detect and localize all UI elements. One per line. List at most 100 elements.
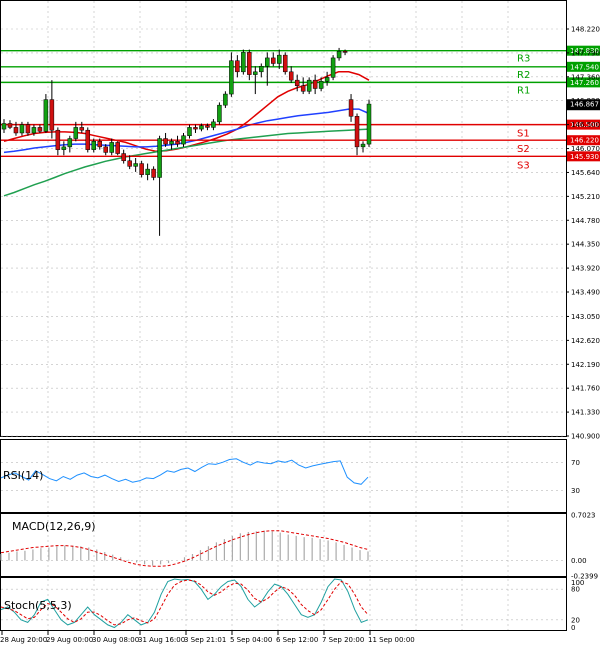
candle-body [288,71,294,81]
candle-body [175,141,180,145]
level-name: S3 [517,160,530,171]
stoch-panel: Stoch(5,5,3) 10080200 [0,577,584,632]
candle-body [25,124,31,134]
candle-body [247,52,252,75]
candle-body [205,125,210,128]
price-tick-label: 140.900 [571,433,600,441]
candle-body [282,54,288,73]
time-tick-label: 31 Aug 16:00 [138,636,185,644]
candle-body [360,143,366,148]
level-name: S2 [517,144,530,155]
candle-body [294,79,300,86]
candle-body [348,99,354,117]
macd-tick-label: 0.7023 [571,512,596,520]
macd-tick-label: 0.00 [571,557,587,565]
candle-body [115,142,120,154]
level-name: R2 [517,70,530,81]
rsi-panel: RSI(14) 70 30 [0,439,580,513]
rsi-axis: 70 30 [571,459,580,495]
candle-body [67,138,73,148]
level-value-label: 147.540 [570,63,599,71]
price-tick-label: 147.360 [571,73,600,81]
candle-body [151,168,156,178]
candle-body [85,129,91,150]
candle-body [37,127,43,132]
candle-body [300,85,306,92]
candle-body [19,124,25,134]
candle-body [169,141,174,145]
candle-body [318,81,324,89]
price-tick-label: 144.350 [571,241,600,249]
candle-body [49,99,55,131]
time-tick-label: 28 Aug 20:00 [0,636,47,644]
candle-body [157,138,162,178]
price-tick-label: 142.190 [571,361,600,369]
candle-body [276,54,282,64]
stoch-panel-frame [0,577,567,631]
time-axis: 28 Aug 20:0029 Aug 00:0030 Aug 08:0031 A… [0,631,415,644]
price-tick-label: 146.070 [571,145,600,153]
candle-body [223,93,228,106]
candle-body [366,103,372,145]
candle-body [121,153,126,162]
candle-body [79,127,85,131]
chart-canvas: R3147.830R2147.540R1147.260S1146.500S214… [0,0,600,644]
price-tick-label: 143.920 [571,265,600,273]
stoch-axis: 10080200 [571,579,584,632]
candle-body [336,50,342,59]
level-name: R1 [517,85,530,96]
stoch-title: Stoch(5,5,3) [4,599,72,612]
price-tick-label: 143.050 [571,313,600,321]
candle-body [1,123,7,130]
price-tick-label: 148.220 [571,26,600,34]
candle-body [13,127,19,134]
price-tick-label: 143.490 [571,288,600,296]
level-name: R3 [517,54,530,65]
time-tick-label: 30 Aug 08:00 [92,636,139,644]
candle-body [271,57,276,64]
candle-body [235,60,240,73]
rsi-tick-label: 70 [571,459,580,467]
level-value-label: 145.930 [570,153,599,161]
candle-body [253,71,258,75]
price-tick-label: 142.620 [571,337,600,345]
level-value-label: 146.220 [570,137,599,145]
macd-panel: MACD(12,26,9) 0.70230.00-0.2399 [0,512,598,581]
candle-body [145,168,150,175]
candle-body [31,127,37,134]
level-name: S1 [517,129,530,140]
candle-body [306,79,312,92]
price-tick-label: 141.760 [571,385,600,393]
candle-body [109,142,114,153]
candle-body [103,146,108,153]
candle-body [217,104,222,123]
candle-body [342,50,348,53]
stoch-tick-label: 80 [571,586,580,594]
time-tick-label: 29 Aug 00:00 [46,636,93,644]
price-tick-label: 145.640 [571,169,600,177]
candle-body [133,163,138,167]
macd-title: MACD(12,26,9) [12,520,96,533]
candle-body [97,141,102,148]
candle-body [163,138,168,145]
candle-body [139,163,144,175]
candle-body [181,135,186,145]
price-tick-label: 144.780 [571,217,600,225]
price-tick-label: 145.210 [571,193,600,201]
price-tick-label: 141.330 [571,409,600,417]
candle-body [55,129,61,150]
last-price-marker: 146.867 [567,99,600,111]
candle-body [229,60,234,95]
candle-body [354,116,360,148]
macd-axis: 0.70230.00-0.2399 [571,512,598,581]
time-tick-label: 11 Sep 00:00 [368,636,415,644]
candle-body [91,141,97,150]
candle-body [211,121,216,128]
candle-body [199,125,204,130]
candle-body [73,127,79,139]
stoch-tick-label: 0 [571,624,575,632]
candle-body [127,160,132,167]
price-tick-label: 146.500 [571,121,600,129]
candle-body [312,79,318,89]
candle-body [193,127,198,130]
